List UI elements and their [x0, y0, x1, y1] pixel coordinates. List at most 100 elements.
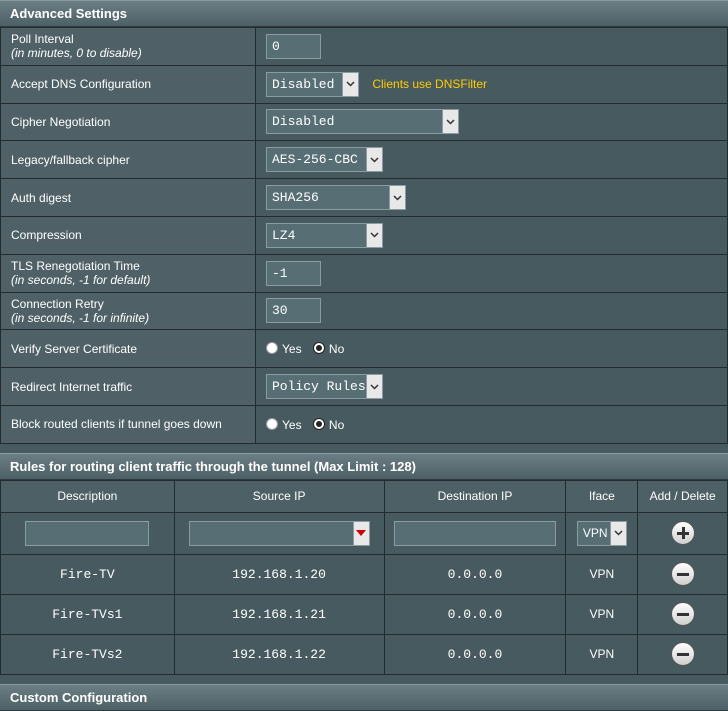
- chevron-down-icon[interactable]: [389, 186, 405, 210]
- table-row: Fire-TV 192.168.1.20 0.0.0.0 VPN: [0, 553, 728, 595]
- new-rule-row: VPN: [0, 511, 728, 555]
- poll-interval-label-cell: Poll Interval (in minutes, 0 to disable): [0, 27, 256, 66]
- cipher-negotiation-select[interactable]: Disabled: [266, 109, 459, 135]
- cipher-negotiation-selected: Disabled: [272, 114, 335, 130]
- rules-table: Description Source IP Destination IP Ifa…: [0, 479, 728, 675]
- new-destination-ip-cell: [383, 511, 567, 555]
- new-iface-selected: VPN: [582, 525, 608, 540]
- delete-cell: [637, 553, 728, 595]
- new-source-ip-input[interactable]: [190, 522, 353, 545]
- accept-dns-row: Accept DNS Configuration Disabled Client…: [0, 64, 728, 104]
- conn-retry-label-cell: Connection Retry (in seconds, -1 for inf…: [0, 291, 256, 331]
- chevron-down-icon[interactable]: [342, 72, 358, 96]
- auth-digest-label: Auth digest: [0, 178, 256, 217]
- poll-interval-hint: (in minutes, 0 to disable): [11, 46, 142, 61]
- new-iface-select[interactable]: VPN: [576, 520, 627, 546]
- poll-interval-input[interactable]: 0: [266, 33, 321, 59]
- verify-cert-yes-radio[interactable]: [266, 342, 278, 355]
- dns-note: Clients use DNSFilter: [372, 77, 488, 92]
- legacy-cipher-select[interactable]: AES-256-CBC: [266, 147, 383, 173]
- tls-reneg-label: TLS Renegotiation Time: [11, 259, 140, 274]
- tls-reneg-row: TLS Renegotiation Time (in seconds, -1 f…: [0, 253, 728, 293]
- new-source-ip-combo[interactable]: [188, 520, 370, 546]
- compression-select[interactable]: LZ4: [266, 222, 383, 248]
- plus-circle-icon[interactable]: [670, 521, 695, 546]
- row-destination-ip: 0.0.0.0: [383, 553, 567, 595]
- redirect-row: Redirect Internet traffic Policy Rules: [0, 367, 728, 406]
- col-iface: Iface: [565, 479, 639, 513]
- advanced-settings-table: Poll Interval (in minutes, 0 to disable)…: [0, 27, 728, 444]
- cipher-negotiation-label: Cipher Negotiation: [0, 102, 256, 142]
- red-triangle-down-icon[interactable]: [352, 521, 369, 545]
- block-routed-yes-label: Yes: [282, 417, 302, 432]
- tls-reneg-input[interactable]: -1: [266, 260, 321, 286]
- row-iface: VPN: [565, 633, 639, 675]
- conn-retry-value-cell: 30: [255, 291, 728, 331]
- add-cell: [637, 511, 728, 555]
- conn-retry-hint: (in seconds, -1 for infinite): [11, 310, 150, 325]
- delete-cell: [637, 593, 728, 635]
- row-destination-ip: 0.0.0.0: [383, 593, 567, 635]
- rules-header: Rules for routing client traffic through…: [0, 452, 728, 480]
- advanced-settings-header: Advanced Settings: [0, 0, 728, 27]
- poll-interval-value-cell: 0: [255, 27, 728, 66]
- chevron-down-icon[interactable]: [366, 148, 382, 172]
- accept-dns-label: Accept DNS Configuration: [0, 64, 256, 104]
- compression-row: Compression LZ4: [0, 215, 728, 255]
- tls-reneg-value-cell: -1: [255, 253, 728, 293]
- new-description-cell: [0, 511, 175, 555]
- conn-retry-row: Connection Retry (in seconds, -1 for inf…: [0, 291, 728, 331]
- chevron-down-icon[interactable]: [366, 375, 382, 399]
- compression-selected: LZ4: [272, 227, 296, 243]
- auth-digest-row: Auth digest SHA256: [0, 178, 728, 217]
- conn-retry-label: Connection Retry: [11, 296, 104, 311]
- redirect-select[interactable]: Policy Rules: [266, 374, 383, 400]
- conn-retry-input[interactable]: 30: [266, 298, 321, 324]
- verify-cert-value-cell: Yes No: [255, 329, 728, 369]
- block-routed-row: Block routed clients if tunnel goes down…: [0, 404, 728, 444]
- new-description-input[interactable]: [25, 520, 150, 546]
- rules-header-row: Description Source IP Destination IP Ifa…: [0, 479, 728, 513]
- delete-cell: [637, 633, 728, 675]
- custom-config-header: Custom Configuration: [0, 683, 728, 711]
- minus-circle-icon[interactable]: [670, 602, 695, 627]
- table-row: Fire-TVs2 192.168.1.22 0.0.0.0 VPN: [0, 633, 728, 675]
- new-destination-ip-input[interactable]: [393, 520, 556, 546]
- tls-reneg-hint: (in seconds, -1 for default): [11, 273, 151, 288]
- accept-dns-selected: Disabled: [272, 76, 335, 92]
- row-description: Fire-TVs1: [0, 593, 175, 635]
- new-source-ip-cell: [173, 511, 385, 555]
- row-destination-ip: 0.0.0.0: [383, 633, 567, 675]
- row-source-ip: 192.168.1.21: [173, 593, 385, 635]
- compression-value-cell: LZ4: [255, 215, 728, 255]
- block-routed-yes-radio[interactable]: [266, 417, 278, 430]
- col-description: Description: [0, 479, 175, 513]
- cipher-negotiation-row: Cipher Negotiation Disabled: [0, 102, 728, 142]
- verify-cert-yes-label: Yes: [282, 342, 302, 357]
- auth-digest-selected: SHA256: [272, 190, 319, 206]
- block-routed-value-cell: Yes No: [255, 404, 728, 444]
- auth-digest-value-cell: SHA256: [255, 178, 728, 217]
- section-gap: [0, 443, 728, 453]
- poll-interval-row: Poll Interval (in minutes, 0 to disable)…: [0, 27, 728, 66]
- minus-circle-icon[interactable]: [670, 562, 695, 587]
- minus-circle-icon[interactable]: [670, 642, 695, 667]
- row-iface: VPN: [565, 593, 639, 635]
- section-gap: [0, 674, 728, 684]
- row-description: Fire-TV: [0, 553, 175, 595]
- auth-digest-select[interactable]: SHA256: [266, 185, 406, 211]
- verify-cert-label: Verify Server Certificate: [0, 329, 256, 369]
- accept-dns-select[interactable]: Disabled: [266, 71, 359, 97]
- chevron-down-icon[interactable]: [442, 110, 458, 134]
- block-routed-no-label: No: [328, 417, 345, 432]
- accept-dns-value-cell: Disabled Clients use DNSFilter: [255, 64, 728, 104]
- compression-label: Compression: [0, 215, 256, 255]
- row-source-ip: 192.168.1.20: [173, 553, 385, 595]
- chevron-down-icon[interactable]: [366, 223, 382, 247]
- row-iface: VPN: [565, 553, 639, 595]
- chevron-down-icon[interactable]: [609, 521, 626, 545]
- poll-interval-label: Poll Interval: [11, 32, 74, 47]
- verify-cert-no-radio[interactable]: [312, 342, 325, 355]
- block-routed-no-radio[interactable]: [312, 417, 325, 430]
- redirect-selected: Policy Rules: [272, 379, 366, 395]
